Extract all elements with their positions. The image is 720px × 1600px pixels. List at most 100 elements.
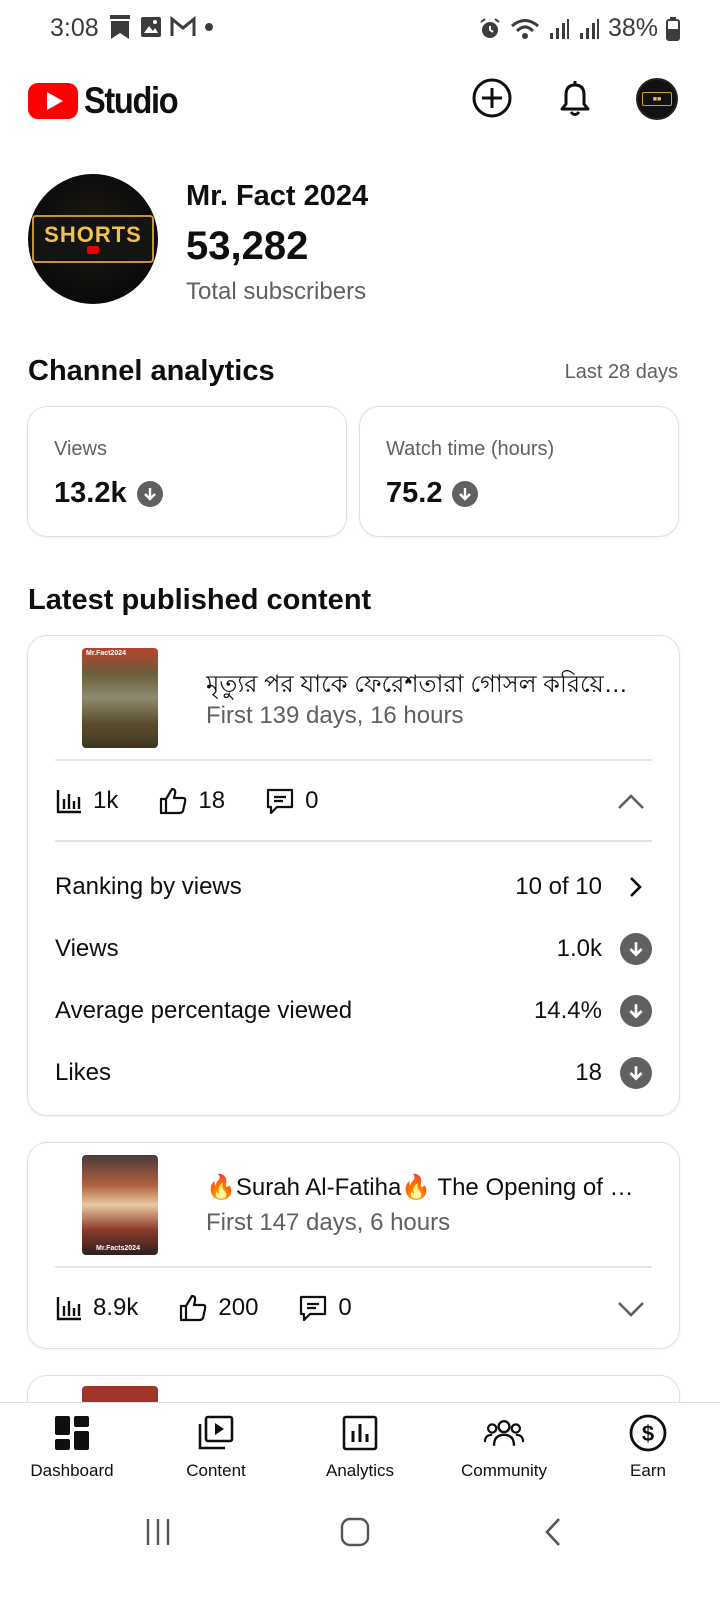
expand-button[interactable] [617,1295,645,1323]
video-thumbnail[interactable]: Mr.Fact2024 [82,648,158,748]
divider [55,759,652,761]
subscriber-label: Total subscribers [186,278,367,305]
youtube-logo-icon [28,83,78,119]
analytics-period: Last 28 days [564,361,678,383]
nav-content[interactable]: Content [144,1403,288,1490]
thumbs-up-icon [180,1294,207,1322]
views-row: Views 1.0k [55,929,652,969]
watch-time-metric-card[interactable]: Watch time (hours) 75.2 [359,406,679,537]
back-button[interactable] [533,1512,573,1552]
nav-community[interactable]: Community [432,1403,576,1490]
battery-icon [666,16,680,41]
channel-header: SHORTS Mr. Fact 2024 53,282 Total subscr… [28,172,692,308]
likes-stat: 18 [158,786,225,816]
bar-chart-icon [56,790,81,814]
trend-down-icon [452,480,479,507]
recent-apps-button[interactable] [138,1512,178,1552]
video-thumbnail[interactable]: Mr.Facts2024 [82,1155,158,1255]
dashboard-icon [52,1413,92,1453]
youtube-studio-logo[interactable]: Studio [28,80,190,122]
video-stats-row: 1k 18 0 [55,786,318,816]
channel-avatar-logo: SHORTS [32,215,154,263]
metric-value: 13.2k [54,477,163,510]
metric-label: Views [54,438,107,460]
comments-stat: 0 [265,786,318,816]
home-button[interactable] [335,1512,375,1552]
video-stats-row: 8.9k 200 0 [55,1293,352,1323]
detail-label: Views [55,935,119,962]
video-title[interactable]: 🔥Surah Al-Fatiha🔥 The Opening of Fa… [206,1173,646,1202]
system-navigation-bar [0,1490,720,1600]
views-stat: 1k [55,787,118,815]
signal-icon [579,18,599,39]
trend-down-icon [136,480,163,507]
video-period: First 139 days, 16 hours [206,702,464,729]
nav-label: Earn [630,1461,666,1480]
wifi-icon [510,18,539,39]
divider [55,840,652,842]
community-icon [484,1413,524,1453]
detail-value: 1.0k [556,935,602,962]
avg-percentage-row: Average percentage viewed 14.4% [55,991,652,1031]
content-card[interactable]: Mr.Facts2024 🔥Surah Al-Fatiha🔥 The Openi… [27,1142,680,1349]
divider [55,1266,652,1268]
detail-label: Ranking by views [55,873,242,900]
latest-content-title: Latest published content [28,584,372,616]
battery-percent: 38% [607,14,658,42]
thumbs-up-icon [160,787,187,815]
dot-icon [205,23,213,31]
earn-icon: $ [628,1413,668,1453]
status-notification-icons [108,14,214,40]
nav-label: Dashboard [30,1461,114,1480]
trend-down-icon [620,933,652,965]
recent-apps-icon [146,1519,170,1545]
chevron-right-icon [620,871,652,903]
status-bar: 3:08 38% [0,0,720,58]
nav-label: Community [461,1461,547,1480]
views-stat: 8.9k [55,1294,138,1322]
back-icon [545,1518,560,1546]
comment-icon [300,1295,327,1322]
subscriber-count: 53,282 [186,224,309,268]
content-card[interactable]: Mr.Fact2024 মৃত্যুর পর যাকে ফেরেশতারা গো… [27,635,680,1116]
detail-label: Average percentage viewed [55,997,353,1024]
bookmark-icon [110,15,130,39]
ranking-row[interactable]: Ranking by views 10 of 10 [55,867,652,907]
status-system-icons: 38% [478,14,680,43]
metric-value: 75.2 [386,477,479,510]
nav-dashboard[interactable]: Dashboard [0,1403,144,1490]
content-icon [196,1413,236,1453]
notifications-button[interactable] [553,76,597,120]
nav-earn[interactable]: $ Earn [576,1403,720,1490]
bottom-navigation: Dashboard Content Analytics Community $ … [0,1402,720,1490]
notifications-icon [560,81,590,116]
likes-stat: 200 [178,1293,258,1323]
video-period: First 147 days, 6 hours [206,1209,451,1236]
nav-label: Content [186,1461,246,1480]
views-metric-card[interactable]: Views 13.2k [27,406,347,537]
gmail-icon [170,16,196,36]
channel-avatar[interactable]: SHORTS [28,174,158,304]
channel-name: Mr. Fact 2024 [186,180,369,212]
chevron-up-icon [618,794,644,809]
avatar-logo-badge: ■■ [642,92,672,106]
trend-down-icon [620,995,652,1027]
bar-chart-icon [56,1297,81,1321]
channel-analytics-title: Channel analytics [28,355,275,387]
detail-value: 18 [575,1059,602,1086]
create-button[interactable] [470,76,514,120]
detail-label: Likes [55,1059,112,1086]
likes-row: Likes 18 [55,1053,652,1093]
app-bar: Studio ■■ [0,70,720,130]
logo-text: Studio [84,80,179,121]
video-title[interactable]: মৃত্যুর পর যাকে ফেরেশতারা গোসল করিয়ে… [206,666,646,706]
create-icon [472,78,512,118]
nav-label: Analytics [325,1461,395,1480]
metric-label: Watch time (hours) [386,438,555,460]
svg-text:$: $ [642,1421,654,1446]
status-time: 3:08 [50,14,99,42]
collapse-button[interactable] [617,788,645,816]
account-avatar[interactable]: ■■ [636,78,678,120]
detail-value: 14.4% [533,997,602,1024]
nav-analytics[interactable]: Analytics [288,1403,432,1490]
